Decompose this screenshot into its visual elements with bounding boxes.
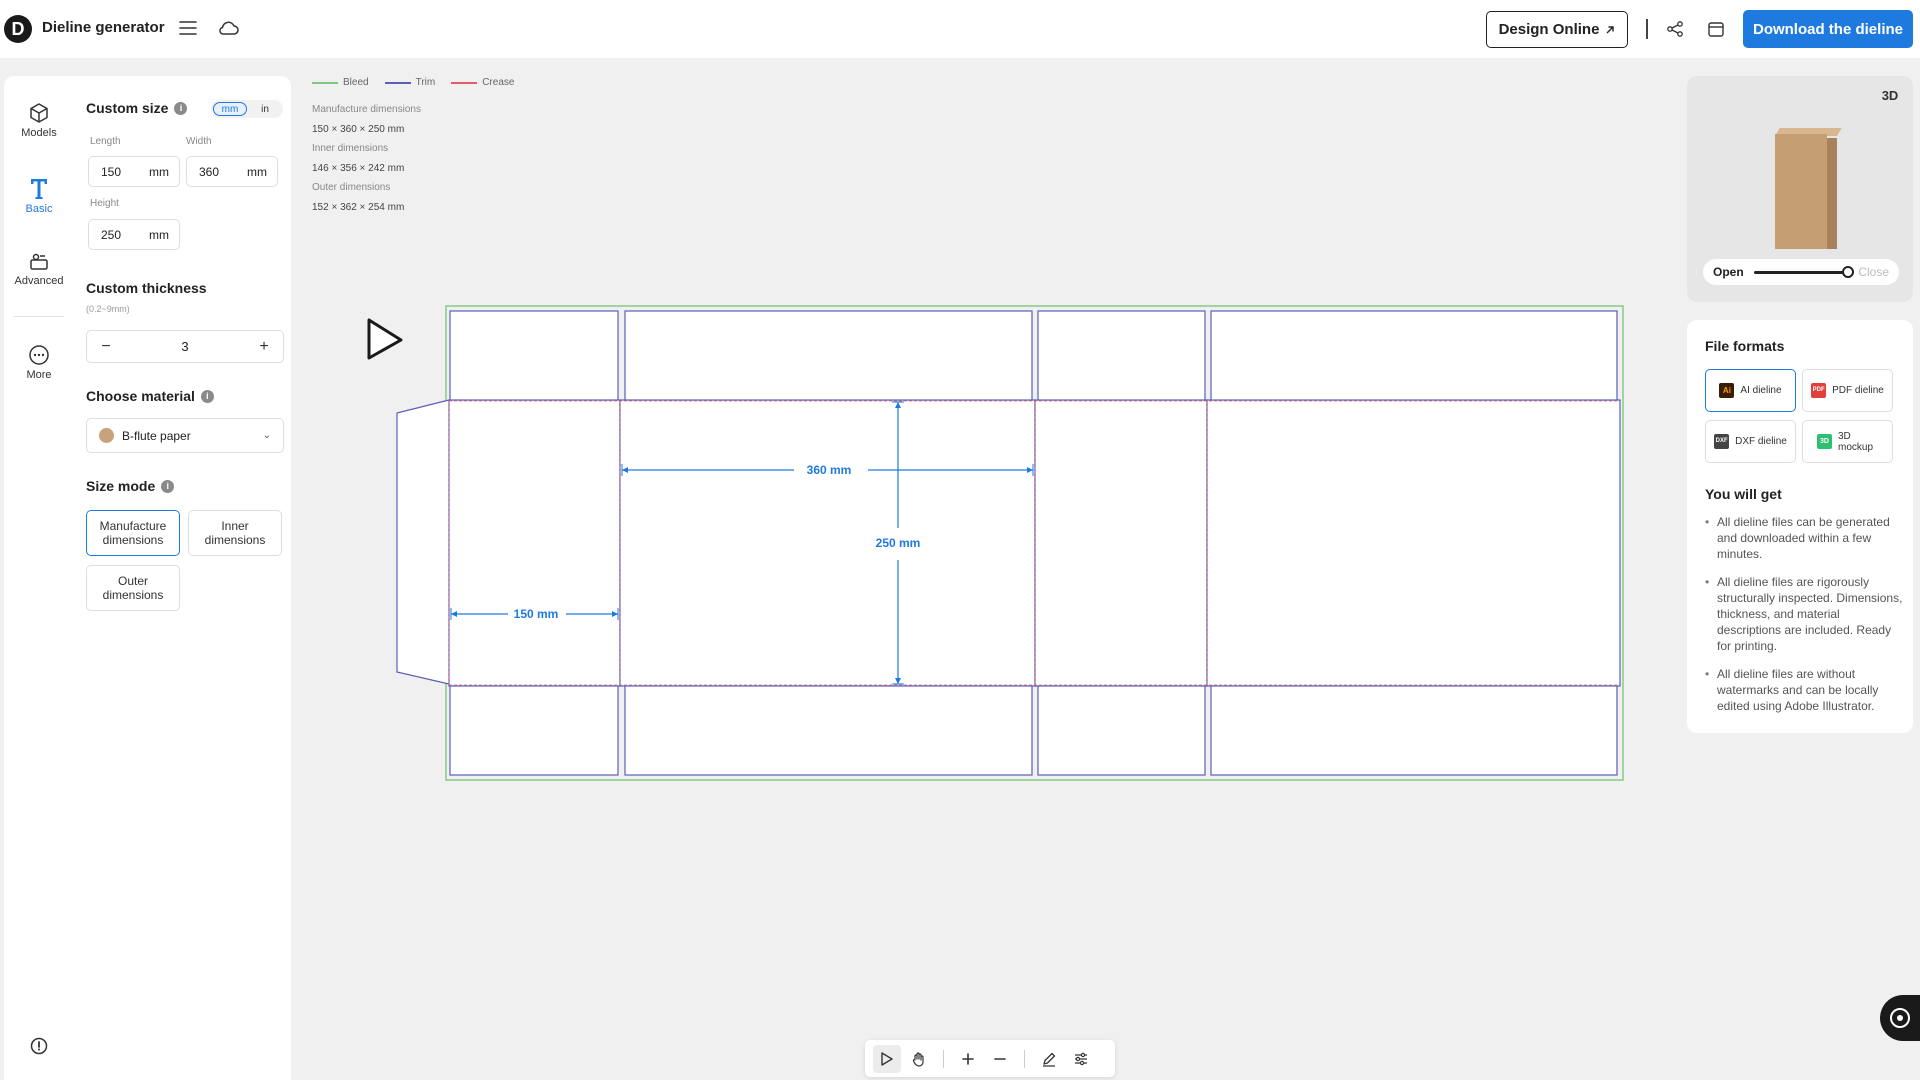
bottom-flap xyxy=(449,685,619,776)
open-label: Open xyxy=(1713,265,1744,279)
body-panel xyxy=(1206,399,1621,687)
benefits-list: All dieline files can be generated and d… xyxy=(1705,514,1903,726)
pen-icon[interactable] xyxy=(1035,1045,1063,1073)
toolbar-divider xyxy=(1024,1049,1025,1068)
width-dimension-label: 150 mm xyxy=(514,607,559,621)
zoom-out-icon[interactable] xyxy=(986,1045,1014,1073)
top-flap xyxy=(1037,310,1206,401)
close-label: Close xyxy=(1858,265,1889,279)
zoom-in-icon[interactable] xyxy=(954,1045,982,1073)
format-ai-dieline[interactable]: Ai AI dieline xyxy=(1705,369,1796,412)
ai-icon: Ai xyxy=(1719,383,1735,398)
top-flap xyxy=(624,310,1033,401)
format-3d-mockup[interactable]: 3D 3D mockup xyxy=(1802,420,1893,463)
bottom-flap xyxy=(1037,685,1206,776)
toolbar-divider xyxy=(943,1049,944,1068)
list-item: All dieline files are without watermarks… xyxy=(1705,666,1903,714)
you-will-get-title: You will get xyxy=(1705,486,1782,502)
canvas-toolbar xyxy=(865,1040,1115,1077)
list-item: All dieline files can be generated and d… xyxy=(1705,514,1903,562)
format-ai-label: AI dieline xyxy=(1740,385,1782,396)
settings-sliders-icon[interactable] xyxy=(1067,1045,1095,1073)
open-close-slider[interactable]: Open Close xyxy=(1703,259,1899,285)
bottom-flap xyxy=(1210,685,1618,776)
chat-help-icon xyxy=(1890,1008,1910,1028)
body-panel xyxy=(1034,399,1208,687)
format-pdf-label: PDF dieline xyxy=(1832,385,1884,396)
select-icon[interactable] xyxy=(873,1044,901,1073)
slider-track[interactable] xyxy=(1753,265,1855,278)
box-preview xyxy=(1775,134,1827,249)
file-formats-title: File formats xyxy=(1705,338,1785,354)
format-pdf-dieline[interactable]: PDF PDF dieline xyxy=(1802,369,1893,412)
top-flap xyxy=(1210,310,1618,401)
height-dimension-label: 250 mm xyxy=(876,536,921,550)
format-dxf-dieline[interactable]: DXF DXF dieline xyxy=(1705,420,1796,463)
list-item: All dieline files are rigorously structu… xyxy=(1705,574,1903,654)
dxf-icon: DXF xyxy=(1714,434,1730,449)
format-3d-label: 3D mockup xyxy=(1838,430,1874,453)
3d-preview-card[interactable]: 3D Open Close xyxy=(1687,76,1913,302)
body-panel xyxy=(448,399,621,687)
bottom-flap xyxy=(624,685,1033,776)
slider-thumb[interactable] xyxy=(1842,265,1855,278)
dieline-canvas[interactable]: 360 mm 250 mm 150 mm xyxy=(0,0,1920,1080)
3d-view-icon[interactable]: 3D xyxy=(1877,84,1903,106)
format-dxf-label: DXF dieline xyxy=(1735,436,1787,447)
length-dimension-label: 360 mm xyxy=(807,463,852,477)
glue-flap xyxy=(396,399,450,685)
pdf-icon: PDF xyxy=(1811,383,1827,398)
hand-icon[interactable] xyxy=(905,1045,933,1073)
mockup-icon: 3D xyxy=(1817,434,1832,449)
cursor-arrow-icon xyxy=(367,318,403,360)
box-preview-side xyxy=(1827,138,1837,249)
top-flap xyxy=(449,310,619,401)
help-chat-button[interactable] xyxy=(1880,995,1920,1041)
body-panel xyxy=(619,399,1036,687)
file-formats-card: File formats Ai AI dieline PDF PDF dieli… xyxy=(1687,320,1913,733)
